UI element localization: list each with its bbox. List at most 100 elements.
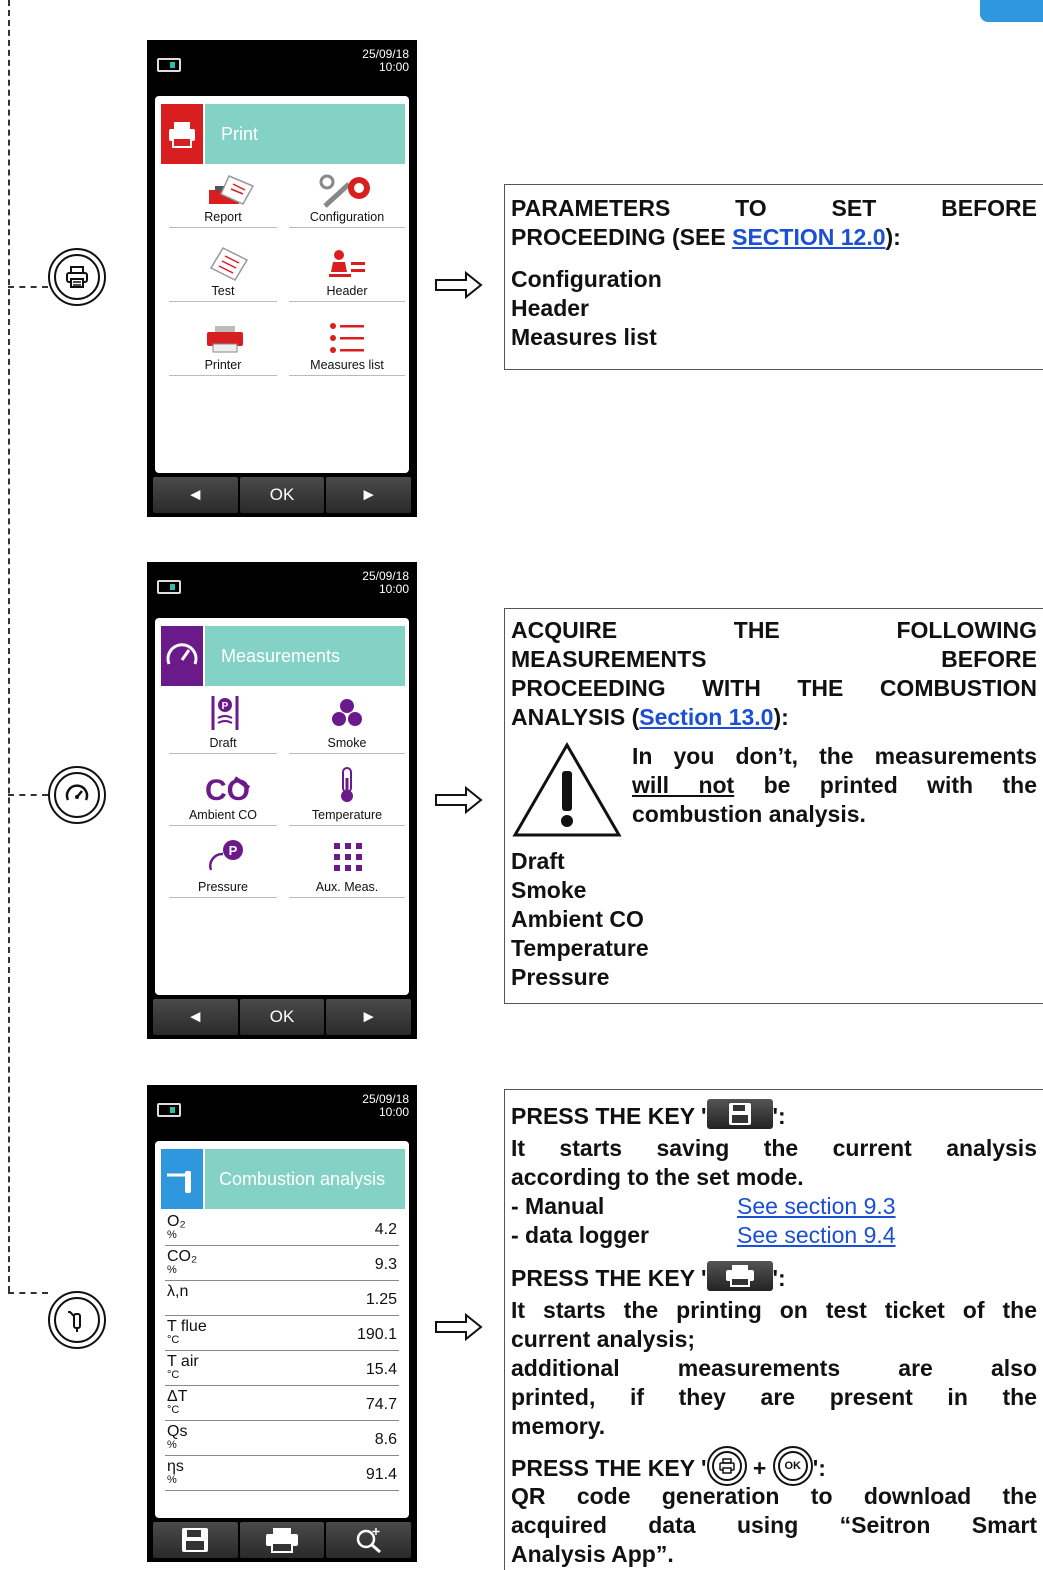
menu-item-temperature[interactable]: Temperature: [289, 764, 405, 826]
print-desc-line1: It starts the printing on test ticket of…: [511, 1297, 1037, 1323]
flow-line: [8, 0, 10, 1292]
probe-key[interactable]: [48, 1291, 106, 1349]
softkey-zoom[interactable]: [326, 1522, 412, 1558]
connector-1: [8, 286, 48, 288]
menu-item-aux-meas[interactable]: Aux. Meas.: [289, 836, 405, 898]
box-key-instructions: PRESS THE KEY ' ': It starts saving the c…: [504, 1089, 1043, 1570]
warning-line3: combustion analysis.: [632, 801, 866, 827]
print-key-circle: [706, 1446, 747, 1486]
box2-line4-end: ):: [773, 704, 789, 730]
box2-line1: ACQUIRE THE FOLLOWING: [511, 617, 1037, 643]
menu-label: Temperature: [311, 808, 383, 822]
divider: [289, 897, 405, 898]
save-icon: [728, 1102, 751, 1125]
menu-label: Measures list: [310, 358, 384, 372]
section-9-3-link[interactable]: See section 9.3: [737, 1192, 896, 1221]
box1-line2: PROCEEDING (SEE SECTION 12.0):: [511, 223, 901, 252]
menu-item-header[interactable]: Header: [289, 244, 405, 302]
measure-value: 91.4: [365, 1466, 397, 1483]
measure-value: 4.2: [374, 1221, 397, 1238]
thermometer-icon: [341, 767, 353, 802]
menu-label: Aux. Meas.: [315, 880, 379, 894]
box2-line2: MEASUREMENTS BEFORE: [511, 646, 1037, 672]
measurement-smoke: Smoke: [511, 877, 587, 903]
menu-item-draft[interactable]: P Draft: [169, 692, 277, 754]
softkey-right[interactable]: ►: [326, 477, 412, 513]
zoom-in-icon: [356, 1528, 381, 1554]
menu-item-printer[interactable]: Printer: [169, 318, 277, 376]
svg-text:CO: CO: [205, 774, 250, 804]
softkey-left[interactable]: ◄: [153, 477, 238, 513]
measurement-pressure: Pressure: [511, 964, 610, 990]
measure-value: 8.6: [374, 1431, 397, 1448]
svg-text:P: P: [229, 843, 238, 858]
softkey-right[interactable]: ►: [326, 999, 412, 1035]
section-12-link[interactable]: SECTION 12.0: [732, 224, 885, 250]
divider: [169, 227, 277, 228]
press-text: PRESS THE KEY ': [511, 1103, 707, 1129]
softkey-ok[interactable]: OK: [239, 477, 325, 513]
printer-icon: [54, 254, 100, 300]
box2-line3: PROCEEDING WITH THE COMBUSTION: [511, 675, 1037, 701]
report-icon: [209, 175, 255, 205]
measure-unit: %: [167, 1264, 177, 1276]
menu-item-pressure[interactable]: P Pressure: [169, 836, 277, 898]
divider: [169, 301, 277, 302]
battery-icon: [157, 1103, 181, 1117]
divider: [289, 825, 405, 826]
warning-line1: In you don’t, the measurements: [632, 743, 1037, 769]
measure-unit: %: [167, 1439, 177, 1451]
softkey-bar: ◄ OK ►: [153, 999, 412, 1035]
measure-unit: °C: [167, 1369, 180, 1381]
measure-row: O₂% 4.2: [165, 1211, 399, 1246]
measures-list-icon: [330, 323, 364, 353]
plus-sign: +: [752, 1455, 767, 1482]
save-desc-line2: according to the set mode.: [511, 1164, 804, 1190]
menu-label: Test: [211, 284, 235, 298]
status-time: 10:00: [378, 60, 409, 74]
measure-row: T air °C 15.4: [165, 1351, 399, 1386]
status-datetime: 25/09/18 10:00: [362, 1093, 409, 1119]
param-measures-list: Measures list: [511, 324, 657, 350]
arrow-right-icon: [435, 270, 483, 300]
warning-icon: [512, 742, 622, 837]
measurement-draft: Draft: [511, 848, 565, 874]
menu-item-report[interactable]: Report: [169, 170, 277, 228]
softkey-left[interactable]: ◄: [153, 999, 238, 1035]
menu-item-measures-list[interactable]: Measures list: [289, 318, 405, 376]
probe-icon: [54, 1297, 100, 1343]
print-header-title: Print: [205, 104, 405, 164]
menu-item-smoke[interactable]: Smoke: [289, 692, 405, 754]
softkey-print[interactable]: [239, 1522, 325, 1558]
save-icon: [182, 1528, 209, 1552]
menu-item-ambient-co[interactable]: CO Ambient CO: [169, 764, 277, 826]
section-13-link[interactable]: Section 13.0: [639, 704, 773, 730]
softkey-ok[interactable]: OK: [239, 999, 325, 1035]
section-9-4-link[interactable]: See section 9.4: [737, 1221, 896, 1250]
save-key-button: [706, 1098, 773, 1129]
box2-line4-text: ANALYSIS (: [511, 704, 640, 730]
measurements-key[interactable]: [48, 766, 106, 824]
measure-value: 1.25: [365, 1291, 397, 1308]
measure-row: λ,n 1.25: [165, 1281, 399, 1316]
measure-row: CO₂% 9.3: [165, 1246, 399, 1281]
svg-text:P: P: [222, 701, 229, 712]
measure-value: 74.7: [365, 1396, 397, 1413]
box-acquire-measurements: ACQUIRE THE FOLLOWING MEASUREMENTS BEFOR…: [504, 608, 1043, 1004]
menu-item-test[interactable]: Test: [169, 244, 277, 302]
menu-item-configuration[interactable]: Configuration: [289, 170, 405, 228]
print-key-button: [706, 1260, 773, 1291]
save-desc-line1: It starts saving the current analysis: [511, 1135, 1037, 1161]
print-key[interactable]: [48, 248, 106, 306]
menu-label: Header: [326, 284, 368, 298]
smoke-icon: [332, 699, 362, 726]
print-desc-line4: printed, if they are present in the: [511, 1384, 1037, 1410]
printer-icon: [711, 1451, 742, 1481]
softkey-save[interactable]: [153, 1522, 238, 1558]
measure-row: ηs% 91.4: [165, 1456, 399, 1491]
measure-unit: %: [167, 1474, 177, 1486]
measurements-menu: Measurements P Draft Smoke CO Ambient CO…: [155, 618, 409, 995]
param-header: Header: [511, 295, 589, 321]
status-time: 10:00: [378, 1105, 409, 1119]
configuration-icon: [319, 174, 370, 208]
